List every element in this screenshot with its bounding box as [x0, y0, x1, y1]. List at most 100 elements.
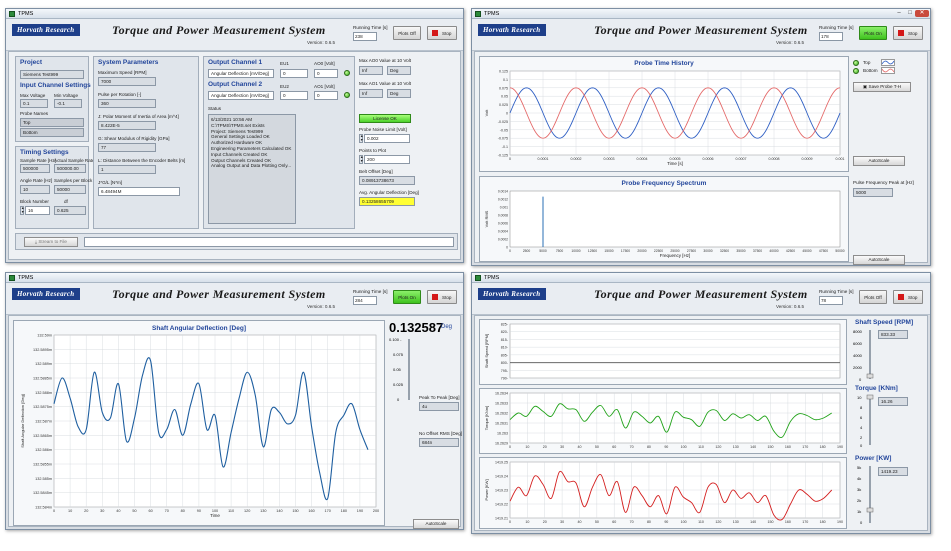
svg-text:8: 8	[860, 405, 863, 410]
close-icon[interactable]: ✕	[915, 10, 929, 17]
probe-name-bottom[interactable]: Bottom	[20, 128, 84, 137]
power-slider[interactable]: 5k 4k 3k 2k 1k 0	[853, 463, 875, 531]
svg-text:2k: 2k	[857, 498, 861, 503]
company-logo: Horvath Research	[12, 288, 80, 300]
stop-button[interactable]: Stop	[427, 290, 457, 304]
running-time-value: 284	[353, 296, 377, 305]
running-time-value: 238	[353, 32, 377, 41]
block-number-field[interactable]: 16	[25, 206, 50, 215]
y-tick-label: 1419.21	[495, 517, 508, 521]
x-tick-label: 0.001	[836, 157, 845, 161]
noise-limit-stepper[interactable]: ▲ ▼	[359, 134, 363, 143]
autoscale-button[interactable]: AutoScale	[413, 519, 459, 529]
power-plot: 1419.25 1419.24 1419.23 1419.22 1419.210 10 20…	[484, 461, 843, 525]
y-tick-label: -0.1	[502, 145, 508, 149]
x-tick-label: 60	[612, 445, 616, 449]
points-to-plot-field[interactable]: 200	[364, 155, 410, 164]
title-bar: TPMS	[472, 273, 930, 283]
autoscale-button-bottom[interactable]: AutoScale	[853, 255, 905, 265]
autoscale-button-top[interactable]: AutoScale	[853, 156, 905, 166]
plots-toggle-button[interactable]: Plots On	[859, 26, 887, 40]
probe-spectrum-chart: Probe Frequency Spectrum 0.0014 0.0012 0.0…	[479, 176, 849, 262]
y-tick-label: 16.2633	[495, 402, 508, 406]
minimize-icon[interactable]: –	[894, 10, 904, 17]
stop-button[interactable]: Stop	[893, 290, 923, 304]
y-tick-label: 16.2629	[495, 442, 508, 446]
maximize-icon[interactable]: □	[905, 10, 915, 17]
x-tick-label: 47500	[819, 249, 828, 253]
power-label: Power [KW]	[855, 455, 892, 462]
max-voltage-field: 0.1	[20, 99, 48, 108]
y-tick-label: 0.001	[500, 206, 508, 210]
app-header: Horvath Research Torque and Power Measur…	[6, 283, 463, 325]
torque-slider[interactable]: 10 8 6 4 2 0	[853, 393, 875, 449]
speed-slider[interactable]: 8000 6000 4000 2000 0	[853, 327, 875, 383]
output-channel-1-select[interactable]: Angular Deflection [mV/Deg]	[208, 69, 274, 78]
x-tick-label: 130	[733, 445, 739, 449]
probe-window: TPMS – □ ✕ Horvath Research Torque and P…	[471, 8, 931, 266]
deflection-slider[interactable]: 0.100 - 0.075 0.05 0.025 0	[389, 336, 417, 526]
block-number-stepper[interactable]: ▲ ▼	[20, 206, 24, 215]
file-path-field[interactable]	[84, 237, 454, 247]
version-label: Version: 0.6.5	[307, 40, 336, 45]
stop-icon	[432, 294, 438, 300]
project-heading: Project	[20, 59, 43, 66]
plots-toggle-button[interactable]: Plots On	[393, 290, 421, 304]
torque-plot: 16.2634 16.2633 16.2632 16.2631 16.263 16.262…	[484, 392, 843, 450]
combined-window: TPMS Horvath Research Torque and Power M…	[471, 272, 931, 534]
svg-text:0.100 -: 0.100 -	[389, 337, 402, 342]
license-button[interactable]: License OK	[359, 114, 411, 123]
window-title: TPMS	[18, 274, 34, 281]
limits-panel: Max AO0 Value at 10 Volt Inf Deg Max AO1…	[359, 56, 459, 229]
noise-limit-field[interactable]: 0.002	[364, 134, 410, 143]
output-channel-2-select[interactable]: Angular Deflection [mV/Deg]	[208, 91, 274, 100]
x-tick-label: 90	[197, 509, 201, 513]
jgl-field: 6.48494M	[98, 187, 180, 196]
x-tick-label: 35000	[736, 249, 745, 253]
output-channel-1-heading: Output Channel 1	[208, 59, 263, 66]
deflection-plot: 132.59m 132.5895m 132.589m 132.5885m 132.588…	[20, 334, 379, 519]
max-ao1-unit: Deg	[387, 89, 411, 98]
status-log: 6/13/2021 10:56 AM C:\TPMS\TPMS.set Exist…	[208, 114, 296, 224]
plots-toggle-button[interactable]: Plots Off	[859, 290, 887, 304]
x-tick-label: 120	[244, 509, 250, 513]
save-probe-button[interactable]: ▣ Save Probe T-H	[853, 82, 911, 92]
x-tick-label: 10000	[571, 249, 580, 253]
y-tick-label: 132.59m	[37, 334, 52, 338]
app-title: Torque and Power Measurement System	[112, 23, 326, 37]
stop-button[interactable]: Stop	[427, 26, 457, 40]
x-tick-label: 70	[630, 445, 634, 449]
app-icon	[475, 11, 481, 17]
title-bar: TPMS	[6, 273, 463, 283]
x-tick-label: 140	[750, 520, 756, 524]
actual-sample-rate-field: 500000.00	[54, 164, 86, 173]
y-tick-label: 0.0014	[498, 190, 508, 194]
y-axis-label: Power [KW]	[484, 479, 489, 500]
y-tick-label: 132.586m	[35, 448, 52, 452]
x-tick-label: 7500	[556, 249, 564, 253]
title-bar: TPMS	[6, 9, 463, 19]
noise-limit-label: Probe Noise Limit [Volt]	[359, 127, 407, 132]
belt-offset-label: Belt Offset [Deg]	[359, 169, 393, 174]
stop-button[interactable]: Stop	[893, 26, 923, 40]
x-tick-label: 60	[612, 520, 616, 524]
probe-legend: Top Bottom ▣ Save Probe T-H	[853, 58, 929, 98]
probe-name-top[interactable]: Top	[20, 118, 84, 127]
x-tick-label: 180	[341, 509, 347, 513]
peak-frequency-field: 5000	[853, 188, 893, 197]
y-tick-label: 132.5875m	[33, 405, 52, 409]
points-to-plot-stepper[interactable]: ▲ ▼	[359, 155, 363, 164]
x-tick-label: 20	[543, 520, 547, 524]
sample-rate-label: Sample Rate [Hz]	[20, 158, 56, 163]
x-tick-label: 0.0009	[802, 157, 813, 161]
y-tick-label: 132.5865m	[33, 434, 52, 438]
y-tick-label: 0.0006	[498, 222, 508, 226]
app-title: Torque and Power Measurement System	[594, 23, 808, 37]
app-title: Torque and Power Measurement System	[112, 287, 326, 301]
stream-to-file-button[interactable]: ⤓ Stream to File	[24, 237, 78, 247]
y-tick-label: 805-	[501, 353, 509, 357]
plots-toggle-button[interactable]: Plots Off	[393, 26, 421, 40]
current-deflection-value: 0.132587	[389, 320, 444, 335]
y-tick-label: 1419.23	[495, 489, 508, 493]
y-tick-label: 1419.24	[495, 475, 508, 479]
